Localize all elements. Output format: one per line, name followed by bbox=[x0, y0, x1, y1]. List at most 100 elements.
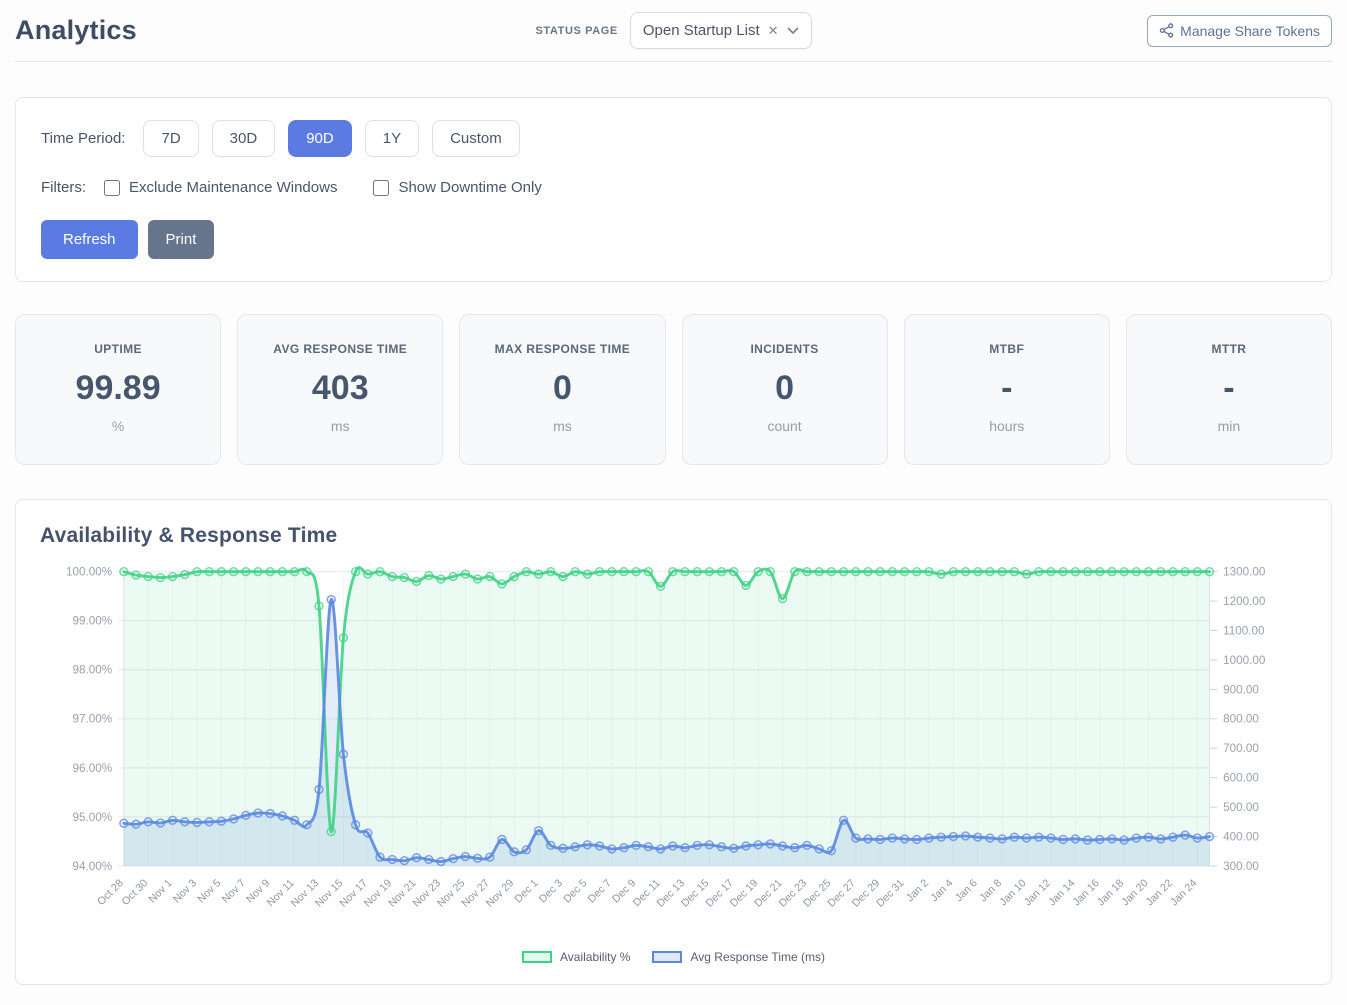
period-button-90d[interactable]: 90D bbox=[288, 120, 352, 157]
chart-wrap: 100.00% 99.00% 98.00% 97.00% 96.00% 95.00% 94.… bbox=[40, 558, 1307, 948]
x-axis-tick-label: Jan 18 bbox=[1095, 877, 1126, 908]
stat-unit: % bbox=[20, 418, 216, 434]
actions-row: Refresh Print bbox=[41, 220, 1306, 259]
clear-selection-icon[interactable]: ✕ bbox=[767, 23, 780, 39]
stat-value: 99.89 bbox=[20, 369, 216, 408]
period-button-1y[interactable]: 1Y bbox=[365, 120, 419, 157]
right-axis-tick-label: 700.00 bbox=[1223, 742, 1259, 755]
x-axis-tick-label: Nov 29 bbox=[484, 877, 517, 910]
x-axis-tick-label: Jan 12 bbox=[1022, 877, 1053, 908]
period-button-custom[interactable]: Custom bbox=[432, 120, 520, 157]
stat-card-mtbf: MTBF - hours bbox=[904, 314, 1110, 465]
left-axis-tick-label: 94.00% bbox=[72, 860, 112, 873]
stat-value: 0 bbox=[464, 369, 660, 408]
status-page-selector-group: STATUS PAGE Open Startup List ✕ bbox=[535, 12, 811, 49]
analytics-page: Analytics STATUS PAGE Open Startup List … bbox=[0, 0, 1347, 985]
right-axis-tick-label: 600.00 bbox=[1223, 772, 1259, 785]
stat-label: AVG RESPONSE TIME bbox=[242, 342, 438, 356]
stat-value: 0 bbox=[687, 369, 883, 408]
x-axis-tick-label: Jan 24 bbox=[1168, 877, 1199, 908]
x-axis-tick-label: Dec 3 bbox=[537, 877, 565, 905]
show-downtime-label[interactable]: Show Downtime Only bbox=[398, 179, 541, 196]
stat-label: MTTR bbox=[1131, 342, 1327, 356]
right-axis-tick-label: 1000.00 bbox=[1223, 654, 1266, 667]
x-axis-tick-label: Jan 6 bbox=[953, 877, 980, 904]
x-axis-tick-label: Jan 20 bbox=[1119, 877, 1150, 908]
stat-unit: hours bbox=[909, 418, 1105, 434]
x-axis-tick-label: Dec 7 bbox=[586, 877, 614, 905]
time-period-row: Time Period: 7D 30D 90D 1Y Custom bbox=[41, 120, 1306, 157]
left-axis-tick-label: 98.00% bbox=[72, 664, 112, 677]
left-axis-tick-label: 100.00% bbox=[66, 566, 112, 579]
stat-value: - bbox=[909, 369, 1105, 408]
x-axis-tick-label: Nov 7 bbox=[220, 877, 248, 905]
right-axis-tick-label: 900.00 bbox=[1223, 683, 1259, 696]
x-axis-tick-label: Oct 30 bbox=[120, 877, 151, 908]
x-axis-tick-label: Jan 16 bbox=[1071, 877, 1102, 908]
x-axis-tick-label: Nov 1 bbox=[146, 877, 174, 905]
x-axis-tick-label: Jan 14 bbox=[1046, 877, 1077, 908]
stat-unit: count bbox=[687, 418, 883, 434]
share-icon bbox=[1159, 23, 1174, 38]
header: Analytics STATUS PAGE Open Startup List … bbox=[15, 0, 1332, 62]
manage-share-tokens-label: Manage Share Tokens bbox=[1180, 23, 1320, 39]
availability-swatch-icon bbox=[522, 951, 552, 963]
left-axis-tick-label: 96.00% bbox=[72, 762, 112, 775]
show-downtime-checkbox[interactable] bbox=[373, 180, 389, 196]
x-axis-tick-label: Jan 22 bbox=[1144, 877, 1175, 908]
stat-label: INCIDENTS bbox=[687, 342, 883, 356]
status-page-dropdown[interactable]: Open Startup List ✕ bbox=[630, 12, 812, 49]
print-button[interactable]: Print bbox=[148, 220, 215, 259]
right-axis-tick-label: 300.00 bbox=[1223, 860, 1259, 873]
stat-value: - bbox=[1131, 369, 1327, 408]
left-axis-tick-label: 95.00% bbox=[72, 811, 112, 824]
right-axis-tick-label: 1100.00 bbox=[1223, 624, 1265, 637]
chart-legend: Availability % Avg Response Time (ms) bbox=[40, 950, 1307, 964]
stat-card-mttr: MTTR - min bbox=[1126, 314, 1332, 465]
filters-label: Filters: bbox=[41, 179, 86, 196]
x-axis-tick-label: Dec 1 bbox=[512, 877, 540, 905]
stat-card-incidents: INCIDENTS 0 count bbox=[682, 314, 888, 465]
x-axis-tick-label: Jan 4 bbox=[928, 877, 955, 904]
x-axis-tick-label: Nov 5 bbox=[195, 877, 223, 905]
legend-label: Avg Response Time (ms) bbox=[690, 950, 825, 964]
exclude-maintenance-checkbox-group: Exclude Maintenance Windows bbox=[104, 179, 337, 196]
x-axis-tick-label: Dec 31 bbox=[874, 877, 907, 910]
availability-response-chart: 100.00% 99.00% 98.00% 97.00% 96.00% 95.00% 94.… bbox=[40, 558, 1307, 948]
chart-title: Availability & Response Time bbox=[40, 524, 1307, 548]
filters-panel: Time Period: 7D 30D 90D 1Y Custom Filter… bbox=[15, 97, 1332, 282]
stats-row: UPTIME 99.89 % AVG RESPONSE TIME 403 ms … bbox=[15, 314, 1332, 465]
period-button-7d[interactable]: 7D bbox=[143, 120, 198, 157]
stat-value: 403 bbox=[242, 369, 438, 408]
stat-card-uptime: UPTIME 99.89 % bbox=[15, 314, 221, 465]
manage-share-tokens-button[interactable]: Manage Share Tokens bbox=[1147, 15, 1332, 47]
stat-label: UPTIME bbox=[20, 342, 216, 356]
left-axis-tick-label: 97.00% bbox=[72, 713, 112, 726]
status-page-selected-value: Open Startup List bbox=[643, 22, 760, 39]
period-button-30d[interactable]: 30D bbox=[212, 120, 276, 157]
right-axis-tick-label: 1200.00 bbox=[1223, 595, 1266, 608]
legend-item-availability: Availability % bbox=[522, 950, 630, 964]
right-axis-tick-label: 400.00 bbox=[1223, 830, 1259, 843]
left-axis-tick-label: 99.00% bbox=[72, 615, 112, 628]
x-axis-tick-label: Oct 28 bbox=[95, 877, 126, 908]
response-time-swatch-icon bbox=[652, 951, 682, 963]
stat-card-avg-response: AVG RESPONSE TIME 403 ms bbox=[237, 314, 443, 465]
filters-row: Filters: Exclude Maintenance Windows Sho… bbox=[41, 179, 1306, 196]
exclude-maintenance-label[interactable]: Exclude Maintenance Windows bbox=[129, 179, 337, 196]
x-axis-tick-label: Nov 3 bbox=[171, 877, 199, 905]
exclude-maintenance-checkbox[interactable] bbox=[104, 180, 120, 196]
stat-card-max-response: MAX RESPONSE TIME 0 ms bbox=[459, 314, 665, 465]
chevron-down-icon bbox=[787, 27, 799, 35]
chart-card: Availability & Response Time 100.00% 99.0… bbox=[15, 499, 1332, 985]
header-actions: Manage Share Tokens bbox=[1147, 15, 1332, 47]
stat-unit: ms bbox=[464, 418, 660, 434]
right-axis-tick-label: 1300.00 bbox=[1223, 566, 1266, 579]
page-title: Analytics bbox=[15, 15, 137, 46]
x-axis-tick-label: Dec 5 bbox=[561, 877, 589, 905]
refresh-button[interactable]: Refresh bbox=[41, 220, 138, 259]
x-axis-tick-label: Jan 10 bbox=[997, 877, 1028, 908]
time-period-label: Time Period: bbox=[41, 130, 125, 147]
stat-unit: min bbox=[1131, 418, 1327, 434]
status-page-label: STATUS PAGE bbox=[535, 25, 617, 37]
